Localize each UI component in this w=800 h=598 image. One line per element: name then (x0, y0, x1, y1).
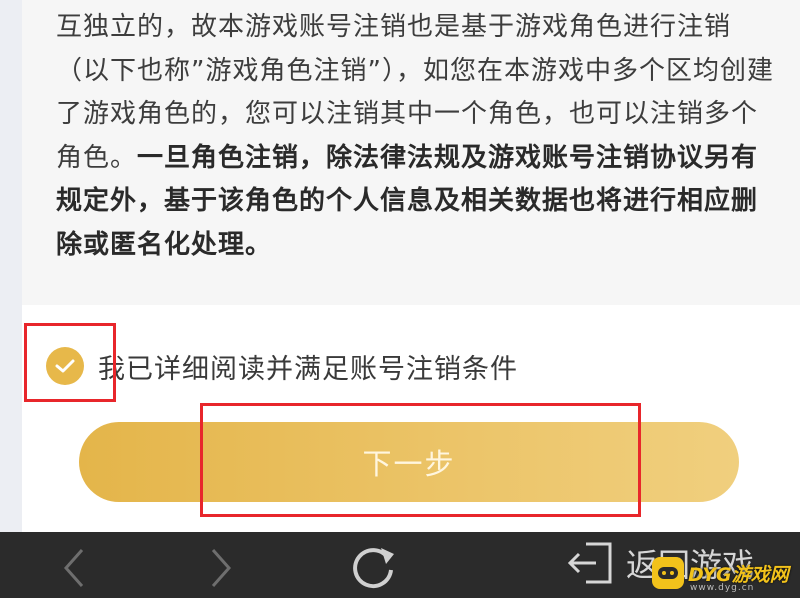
agreement-label: 我已详细阅读并满足账号注销条件 (98, 353, 518, 385)
chevron-right-icon[interactable] (205, 546, 237, 590)
chevron-left-icon[interactable] (58, 546, 90, 590)
terms-text-block: 互独立的，故本游戏账号注销也是基于游戏角色进行注销（以下也称”游戏角色注销”），… (22, 0, 800, 305)
account-deletion-screen: 互独立的，故本游戏账号注销也是基于游戏角色进行注销（以下也称”游戏角色注销”），… (0, 0, 800, 598)
terms-paragraph: 互独立的，故本游戏账号注销也是基于游戏角色进行注销（以下也称”游戏角色注销”），… (56, 6, 776, 267)
highlight-box-checkbox (24, 323, 116, 402)
exit-icon (567, 542, 612, 584)
site-watermark: DYG游戏网 www.dyg.cn (652, 548, 800, 598)
terms-text-bold: 一旦角色注销，除法律法规及游戏账号注销协议另有规定外，基于该角色的个人信息及相关… (56, 142, 759, 260)
watermark-logo-icon (652, 557, 684, 589)
agreement-row[interactable]: 我已详细阅读并满足账号注销条件 (46, 338, 518, 394)
watermark-subtext: www.dyg.cn (690, 583, 755, 593)
highlight-box-next-button (200, 403, 641, 517)
refresh-icon[interactable] (348, 544, 398, 592)
